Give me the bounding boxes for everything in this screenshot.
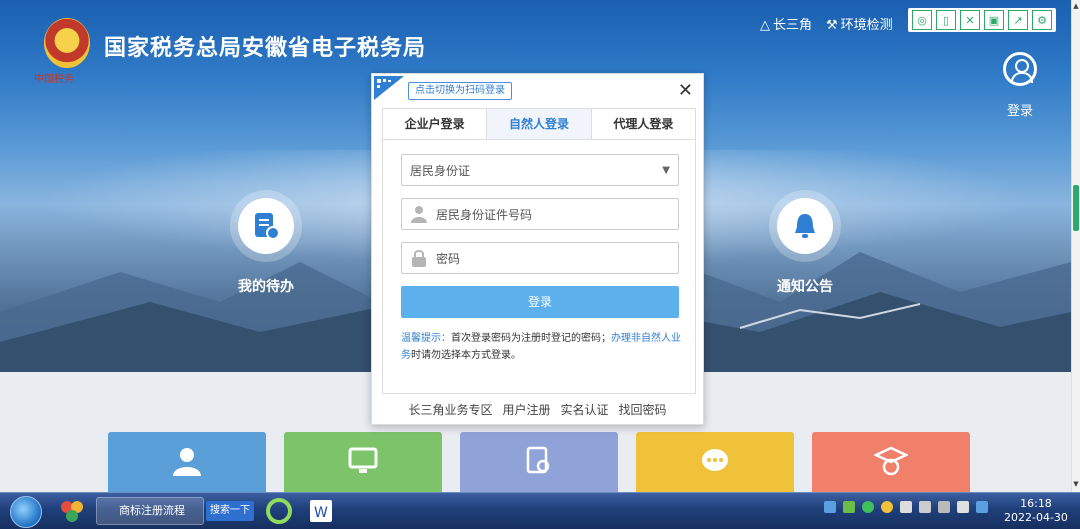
search-icon[interactable]: ◎: [912, 10, 932, 30]
app-launcher-icon[interactable]: [56, 497, 88, 525]
notices-circle: [769, 190, 841, 262]
tile-graduate[interactable]: [812, 432, 970, 492]
tile-chat[interactable]: [636, 432, 794, 492]
tray-app-icon[interactable]: [843, 501, 855, 513]
word-document-icon[interactable]: W: [304, 497, 338, 525]
login-modal: 点击切换为扫码登录 ✕ 企业户登录 自然人登录 代理人登录 居民身份证 ▼ 居民…: [371, 73, 704, 425]
qr-switch-tip[interactable]: 点击切换为扫码登录: [408, 82, 512, 100]
page-icon[interactable]: ▯: [936, 10, 956, 30]
clock-time: 16:18: [1020, 497, 1052, 510]
header-login-link[interactable]: 登录: [1000, 100, 1040, 119]
tip-suffix: 时请勿选择本方式登录。: [411, 350, 521, 361]
svg-text:W: W: [314, 505, 328, 521]
taskbar-ie-window[interactable]: 商标注册流程及...: [96, 497, 204, 525]
link-register[interactable]: 用户注册: [502, 401, 550, 418]
tray-display-icon[interactable]: [976, 501, 988, 513]
notices-card[interactable]: 通知公告: [760, 190, 850, 296]
lock-icon: [412, 250, 426, 267]
tile-user[interactable]: [108, 432, 266, 492]
tray-yellow-icon[interactable]: [881, 501, 893, 513]
tile-document-search[interactable]: [460, 432, 618, 492]
accessibility-toolbar: ◎ ▯ ✕ ▣ ↗ ⚙: [908, 8, 1056, 32]
tax-emblem-logo: [44, 18, 90, 68]
password-placeholder: 密码: [436, 251, 461, 266]
qr-code-icon[interactable]: [374, 76, 404, 100]
tile-monitor[interactable]: [284, 432, 442, 492]
system-tray: [824, 501, 988, 513]
link-forgot-password[interactable]: 找回密码: [619, 401, 667, 418]
login-form: 居民身份证 ▼ 居民身份证件号码 密码 登录 温馨提示：首次登录密码为注册时登记…: [382, 140, 696, 394]
graduate-icon: [874, 446, 908, 476]
taskbar-search-button[interactable]: 搜索一下: [206, 501, 254, 521]
scroll-down-icon[interactable]: ▼: [1072, 480, 1080, 490]
scrollbar-thumb[interactable]: [1073, 185, 1079, 231]
tray-security-icon[interactable]: [900, 501, 912, 513]
tab-enterprise-login[interactable]: 企业户登录: [383, 109, 488, 139]
chevron-down-icon: ▼: [662, 164, 670, 176]
link-env-check[interactable]: ⚒ 环境检测: [826, 14, 893, 33]
monitor-icon: [348, 447, 378, 473]
tray-green-icon[interactable]: [862, 501, 874, 513]
password-field[interactable]: 密码: [401, 242, 679, 274]
login-type-tabs: 企业户登录 自然人登录 代理人登录: [382, 108, 696, 140]
signal-icon[interactable]: [938, 501, 950, 513]
bell-icon: [795, 214, 815, 238]
clock-date: 2022-04-30: [1004, 511, 1068, 524]
person-icon: [411, 206, 427, 223]
start-button[interactable]: [10, 496, 42, 528]
my-tasks-label: 我的待办: [238, 279, 294, 295]
link-yangtze-delta[interactable]: △ 长三角: [760, 14, 812, 33]
login-button[interactable]: 登录: [401, 286, 679, 318]
vertical-scrollbar[interactable]: ▲ ▼: [1071, 0, 1080, 492]
windows-taskbar: 商标注册流程及... 搜索一下 W 16:18 2022-04-30: [0, 492, 1080, 529]
wrench-icon: ⚒: [826, 18, 838, 33]
tip-prefix: 温馨提示：: [401, 333, 451, 344]
browser-icon[interactable]: [262, 497, 296, 525]
tab-individual-login[interactable]: 自然人登录: [487, 109, 592, 139]
modal-footer-links: 长三角业务专区 用户注册 实名认证 找回密码: [372, 401, 703, 418]
tip-body: 首次登录密码为注册时登记的密码；: [451, 333, 611, 344]
user-avatar-icon[interactable]: [1003, 52, 1037, 86]
tray-misc-icon[interactable]: [957, 501, 969, 513]
scroll-up-icon[interactable]: ▲: [1072, 2, 1080, 12]
id-type-value: 居民身份证: [410, 163, 471, 178]
id-number-field[interactable]: 居民身份证件号码: [401, 198, 679, 230]
tab-agent-login[interactable]: 代理人登录: [592, 109, 695, 139]
close-icon[interactable]: ✕: [678, 80, 693, 101]
my-tasks-circle: [230, 190, 302, 262]
chat-icon: [702, 449, 728, 471]
export-icon[interactable]: ↗: [1008, 10, 1028, 30]
tray-network-icon[interactable]: [824, 501, 836, 513]
ie-window-label: 商标注册流程及...: [119, 504, 185, 517]
taskbar-clock[interactable]: 16:18 2022-04-30: [1004, 497, 1068, 525]
my-tasks-card[interactable]: 我的待办: [226, 190, 306, 296]
top-links: △ 长三角 ⚒ 环境检测: [760, 14, 893, 33]
user-login-area[interactable]: 登录: [1000, 52, 1040, 119]
expand-icon[interactable]: ✕: [960, 10, 980, 30]
link-yangtze-zone[interactable]: 长三角业务专区: [408, 401, 492, 418]
login-tip: 温馨提示：首次登录密码为注册时登记的密码；办理非自然人业务时请勿选择本方式登录。: [401, 330, 683, 364]
logo-caption: 中国税务: [34, 74, 74, 85]
notices-label: 通知公告: [777, 279, 833, 295]
document-search-icon: [526, 446, 550, 474]
save-icon[interactable]: ▣: [984, 10, 1004, 30]
user-icon: [173, 448, 201, 476]
gear-icon[interactable]: ⚙: [1032, 10, 1052, 30]
site-title: 国家税务总局安徽省电子税务局: [104, 36, 427, 61]
id-type-select[interactable]: 居民身份证 ▼: [401, 154, 679, 186]
task-list-icon: [255, 213, 280, 240]
volume-icon[interactable]: [919, 501, 931, 513]
triangle-icon: △: [760, 18, 770, 33]
id-number-placeholder: 居民身份证件号码: [436, 207, 533, 222]
link-real-name-auth[interactable]: 实名认证: [561, 401, 609, 418]
